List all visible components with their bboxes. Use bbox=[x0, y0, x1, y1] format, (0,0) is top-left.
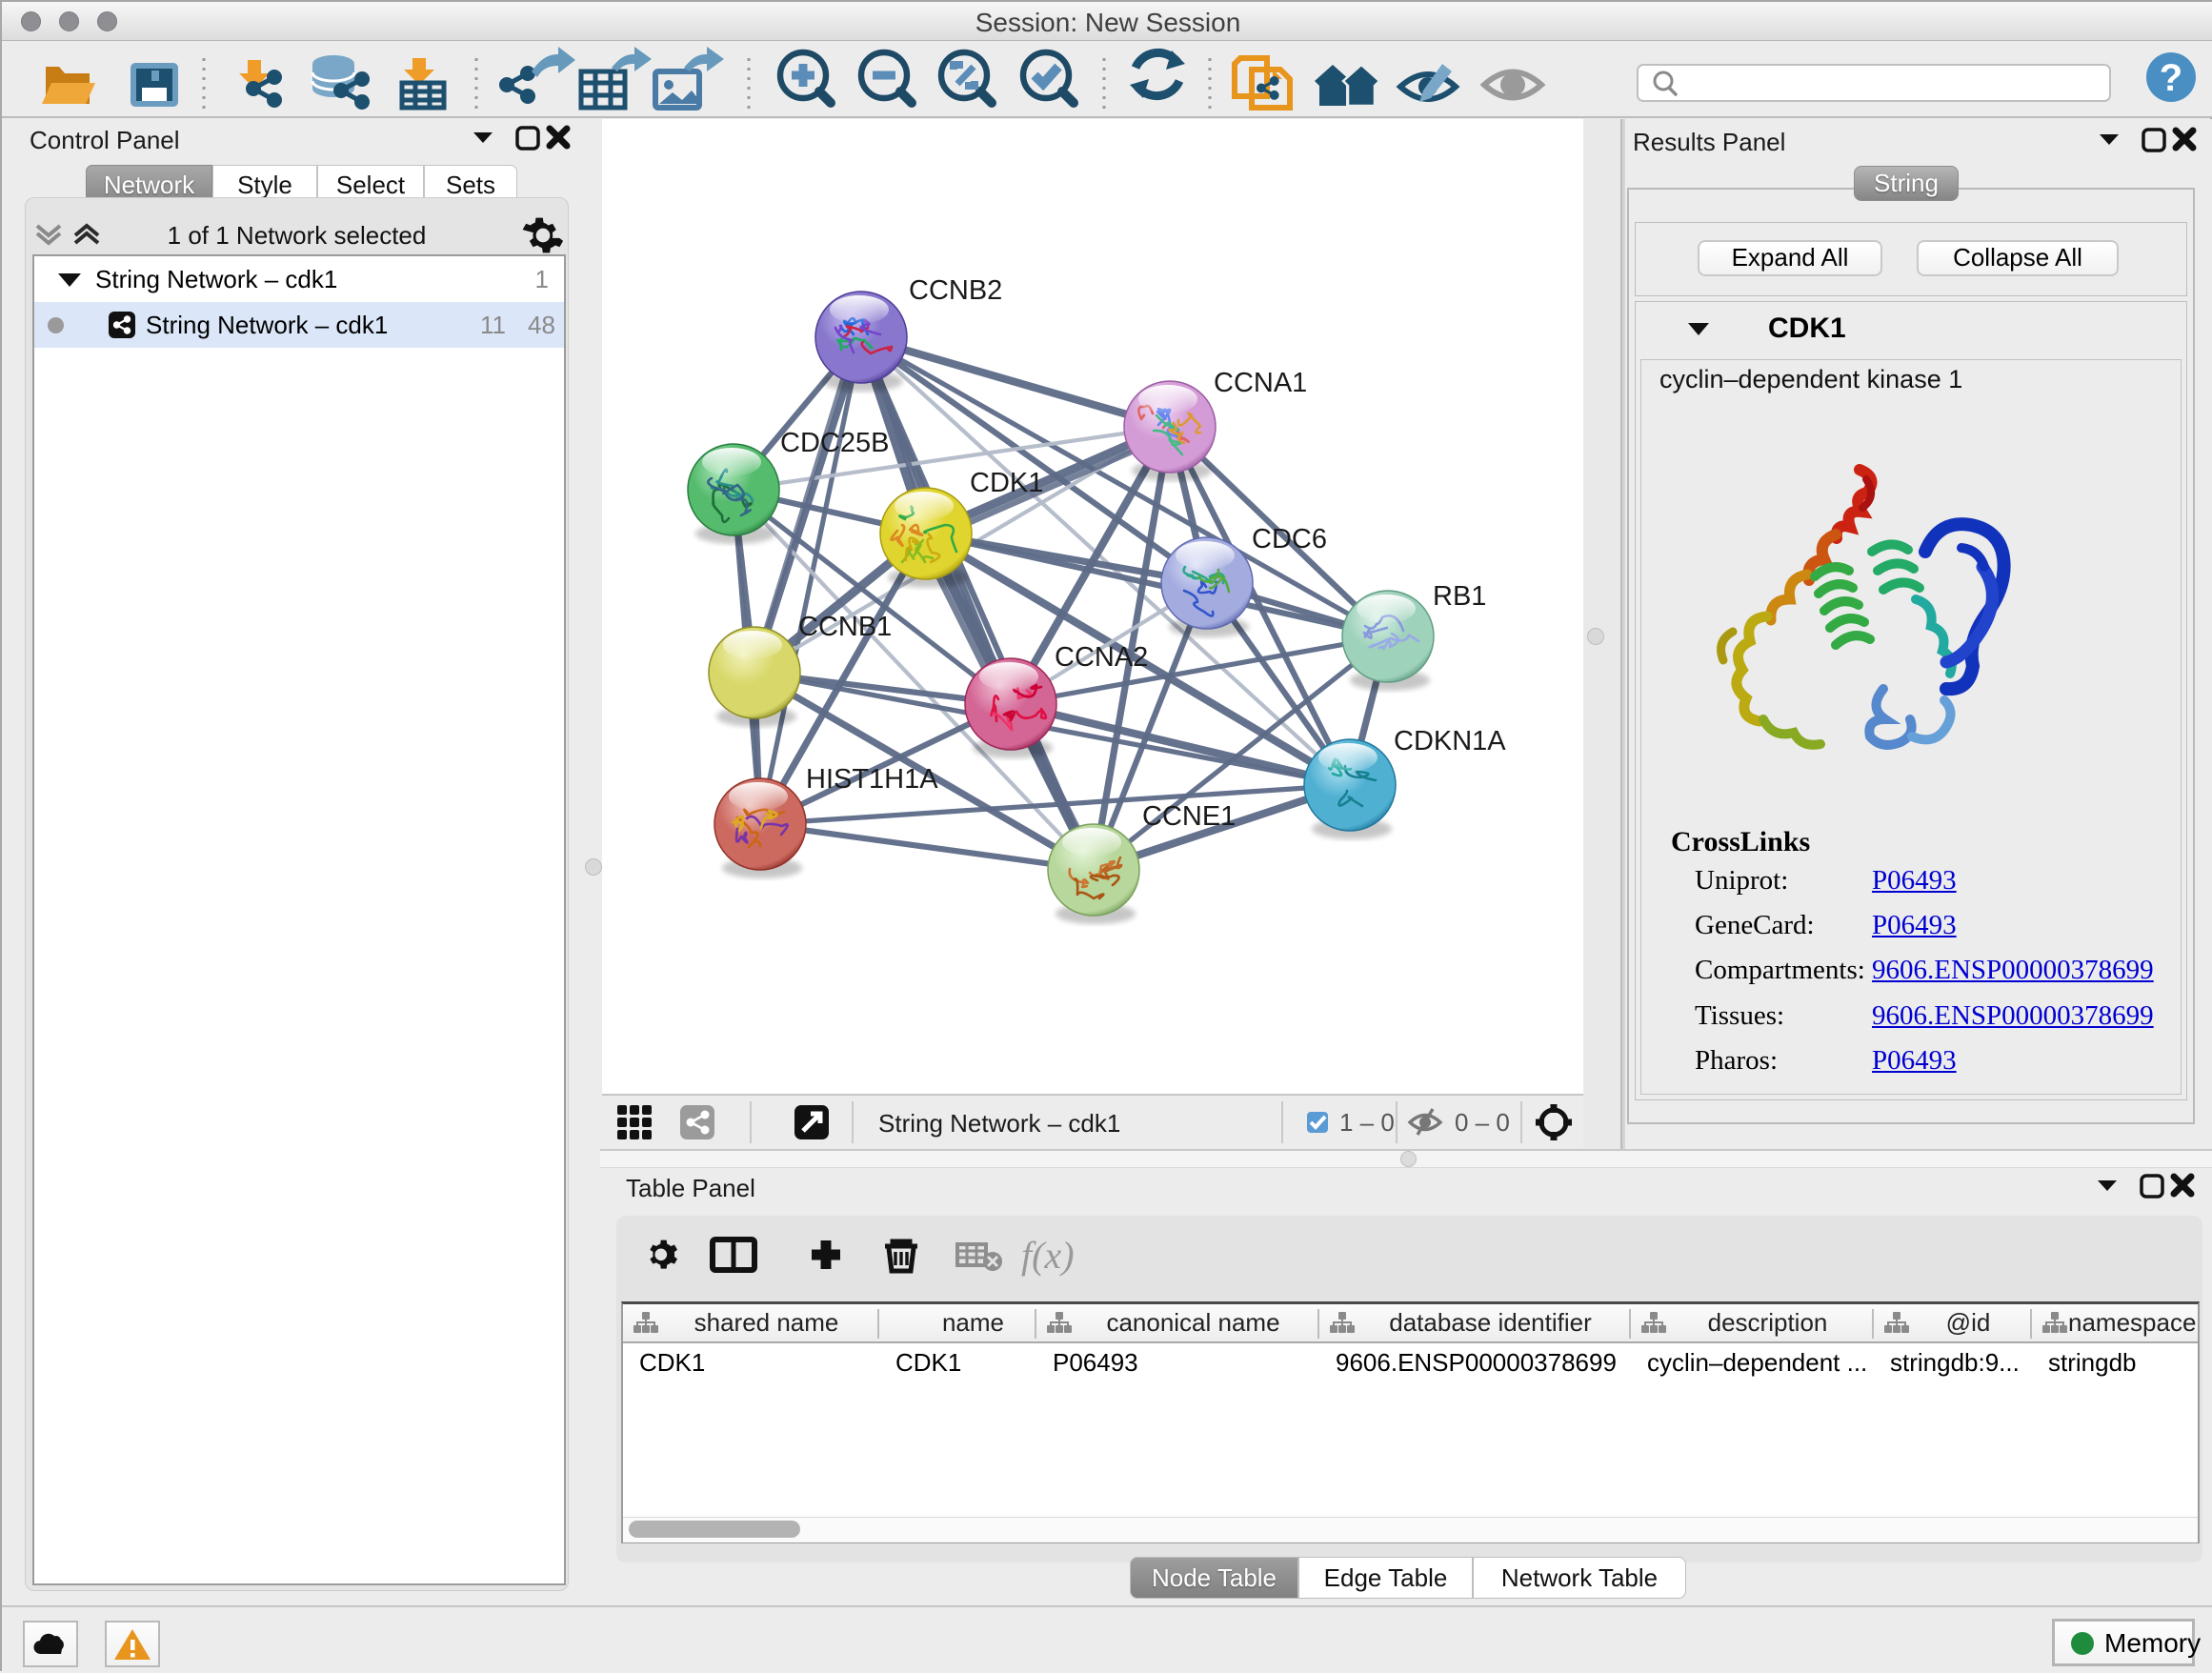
svg-text:RB1: RB1 bbox=[1433, 581, 1486, 612]
svg-text:CDK1: CDK1 bbox=[970, 468, 1043, 498]
svg-text:CCNA2: CCNA2 bbox=[1055, 642, 1148, 673]
svg-text:String Network – cdk1: String Network – cdk1 bbox=[878, 1109, 1120, 1138]
svg-text:0 – 0: 0 – 0 bbox=[1455, 1108, 1510, 1137]
svg-text:CDKN1A: CDKN1A bbox=[1394, 726, 1506, 756]
svg-text:CDC6: CDC6 bbox=[1252, 524, 1327, 554]
svg-text:f(x): f(x) bbox=[1021, 1234, 1075, 1277]
svg-text:CDC25B: CDC25B bbox=[780, 428, 889, 458]
svg-text:HIST1H1A: HIST1H1A bbox=[806, 764, 938, 795]
svg-text:CCNB1: CCNB1 bbox=[798, 612, 892, 642]
svg-text:?: ? bbox=[2160, 57, 2182, 99]
svg-text:1 – 0: 1 – 0 bbox=[1339, 1108, 1395, 1137]
svg-text:CCNB2: CCNB2 bbox=[909, 275, 1002, 306]
svg-text:CCNE1: CCNE1 bbox=[1142, 801, 1236, 832]
svg-text:CCNA1: CCNA1 bbox=[1214, 368, 1307, 398]
